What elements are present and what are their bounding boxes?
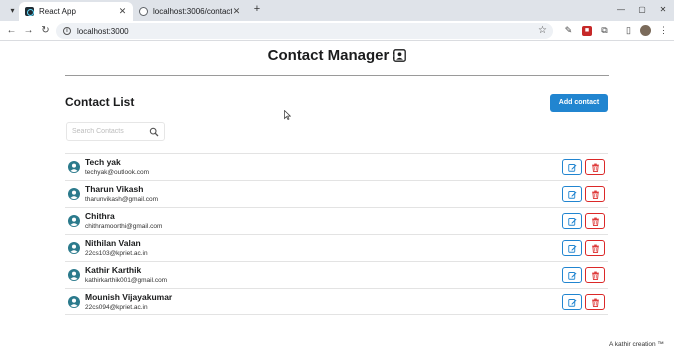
contact-list-title: Contact List	[65, 95, 135, 109]
user-circle-icon	[68, 188, 80, 200]
edit-contact-button[interactable]	[562, 240, 582, 256]
contact-name[interactable]: Kathir Karthik	[85, 265, 141, 275]
tab-react-app[interactable]: React App ✕	[19, 2, 133, 21]
add-contact-button[interactable]: Add contact	[550, 94, 608, 112]
contact-email: chithramoorthi@gmail.com	[85, 223, 163, 230]
user-circle-icon	[68, 269, 80, 281]
tab-title: localhost:3006/contacts	[153, 7, 232, 16]
delete-contact-button[interactable]	[585, 186, 605, 202]
edit-contact-button[interactable]	[562, 186, 582, 202]
trash-icon	[591, 163, 599, 172]
edit-icon	[567, 298, 576, 307]
contact-row[interactable]: Nithilan Valan 22cs103@kpriet.ac.in	[65, 234, 608, 261]
tab-title: React App	[39, 7, 76, 16]
delete-contact-button[interactable]	[585, 159, 605, 175]
contact-email: kathirkarthik001@gmail.com	[85, 277, 168, 284]
contact-row[interactable]: Tech yak techyak@outlook.com	[65, 153, 608, 180]
trash-icon	[591, 217, 599, 226]
delete-contact-button[interactable]	[585, 267, 605, 283]
contact-row[interactable]: Mounish Vijayakumar 22cs094@kpriet.ac.in	[65, 288, 608, 315]
edit-icon	[567, 244, 576, 253]
contact-email: tharunvikash@gmail.com	[85, 196, 159, 203]
user-circle-icon	[68, 161, 80, 173]
mouse-cursor-icon	[284, 110, 291, 120]
user-circle-icon	[68, 215, 80, 227]
app-page: Contact Manager Contact List Add contact…	[0, 42, 674, 360]
app-header: Contact Manager	[0, 47, 674, 65]
maximize-icon[interactable]: ▢	[635, 3, 649, 16]
edit-icon	[567, 163, 576, 172]
delete-contact-button[interactable]	[585, 240, 605, 256]
minimize-icon[interactable]: —	[614, 3, 628, 16]
delete-contact-button[interactable]	[585, 213, 605, 229]
search-icon[interactable]	[149, 127, 159, 137]
edit-icon	[567, 190, 576, 199]
edit-contact-button[interactable]	[562, 267, 582, 283]
contact-row[interactable]: Kathir Karthik kathirkarthik001@gmail.co…	[65, 261, 608, 288]
search-input[interactable]	[72, 128, 150, 135]
contact-name[interactable]: Mounish Vijayakumar	[85, 292, 172, 302]
forward-icon[interactable]: →	[22, 24, 35, 37]
search-box	[66, 122, 165, 141]
side-panel-icon[interactable]: ▯	[622, 24, 635, 37]
contact-name[interactable]: Nithilan Valan	[85, 238, 141, 248]
react-favicon-icon	[25, 7, 34, 16]
reload-icon[interactable]: ↻	[39, 24, 52, 37]
url-text: localhost:3000	[77, 26, 129, 36]
edit-contact-button[interactable]	[562, 159, 582, 175]
trash-icon	[591, 244, 599, 253]
edit-icon	[567, 271, 576, 280]
address-bar[interactable]: i localhost:3000 ☆	[56, 23, 553, 39]
trash-icon	[591, 298, 599, 307]
address-card-icon	[393, 49, 407, 62]
edit-contact-button[interactable]	[562, 294, 582, 310]
close-window-icon[interactable]: ✕	[656, 3, 670, 16]
browser-toolbar: ← → ↻ i localhost:3000 ☆ ✎ ■ ⧉ ▯ ⋮	[0, 21, 674, 41]
puzzle-extensions-icon[interactable]: ⧉	[598, 24, 611, 37]
contact-name[interactable]: Tech yak	[85, 157, 121, 167]
contact-row[interactable]: Tharun Vikash tharunvikash@gmail.com	[65, 180, 608, 207]
user-circle-icon	[68, 296, 80, 308]
tab-close-icon[interactable]: ✕	[118, 6, 127, 17]
contact-email: techyak@outlook.com	[85, 169, 150, 176]
contact-name[interactable]: Tharun Vikash	[85, 184, 143, 194]
new-tab-button[interactable]: +	[251, 3, 263, 16]
browser-tab-strip: ▾ React App ✕ localhost:3006/contacts ✕ …	[0, 0, 674, 21]
user-circle-icon	[68, 242, 80, 254]
edit-icon	[567, 217, 576, 226]
footer-credit: A kathir creation ™	[609, 341, 664, 348]
contact-row[interactable]: Chithra chithramoorthi@gmail.com	[65, 207, 608, 234]
header-divider	[65, 75, 609, 76]
contact-email: 22cs103@kpriet.ac.in	[85, 250, 148, 257]
pen-extension-icon[interactable]: ✎	[562, 24, 575, 37]
globe-favicon-icon	[139, 7, 148, 16]
edit-contact-button[interactable]	[562, 213, 582, 229]
profile-avatar[interactable]	[640, 25, 651, 36]
delete-contact-button[interactable]	[585, 294, 605, 310]
page-title: Contact Manager	[268, 47, 407, 64]
red-extension-icon[interactable]: ■	[582, 26, 592, 36]
contact-list: Tech yak techyak@outlook.com Tharun Vika…	[65, 153, 608, 315]
contact-name[interactable]: Chithra	[85, 211, 115, 221]
trash-icon	[591, 190, 599, 199]
site-info-icon[interactable]: i	[63, 27, 71, 35]
trash-icon	[591, 271, 599, 280]
tab-close-icon[interactable]: ✕	[232, 6, 241, 17]
tab-contacts[interactable]: localhost:3006/contacts ✕	[133, 2, 247, 21]
contact-email: 22cs094@kpriet.ac.in	[85, 304, 148, 311]
back-icon[interactable]: ←	[5, 24, 18, 37]
page-title-text: Contact Manager	[267, 47, 390, 64]
bookmark-star-icon[interactable]: ☆	[538, 25, 547, 36]
tab-search-icon[interactable]: ▾	[6, 4, 19, 17]
menu-dots-icon[interactable]: ⋮	[657, 24, 670, 37]
